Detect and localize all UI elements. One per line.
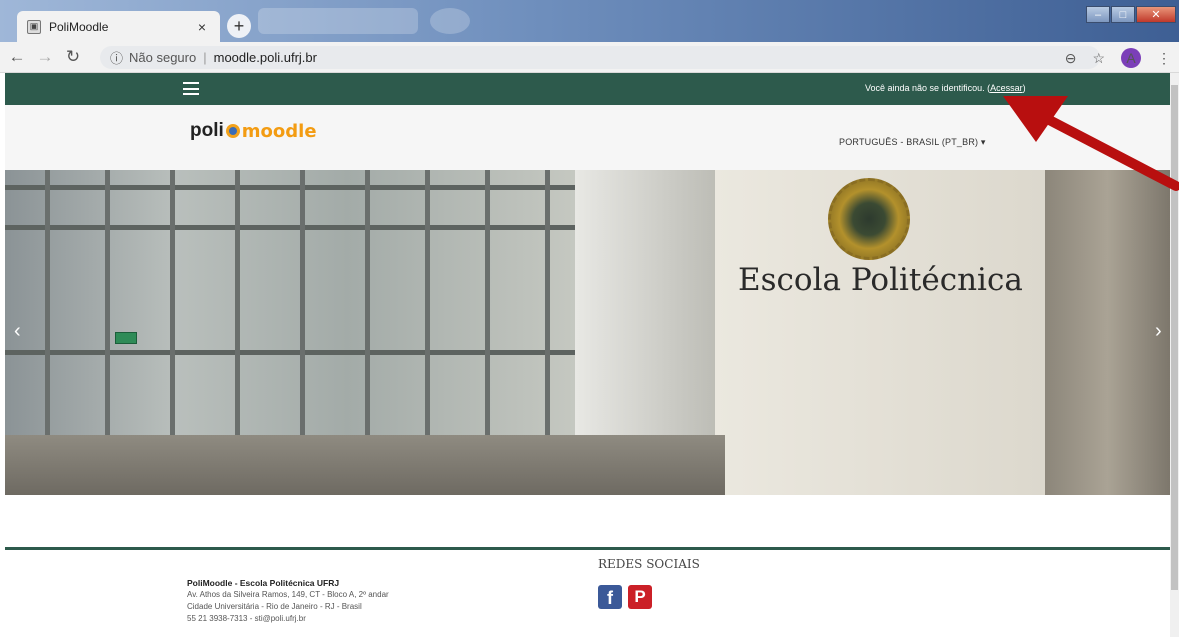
login-status: Você ainda não se identificou. (Acessar) <box>865 83 1026 93</box>
social-icons: f P <box>598 585 652 609</box>
polimoodle-logo[interactable]: poli moodle <box>190 120 317 142</box>
login-prefix: Você ainda não se identificou. ( <box>865 83 991 93</box>
logo-text-moodle: moodle <box>241 120 317 142</box>
footer-divider <box>5 547 1170 550</box>
toolbar-actions: ⊖ ☆ A ⋮ <box>1049 48 1171 68</box>
language-selector[interactable]: PORTUGUÊS - BRASIL (PT_BR) ▾ <box>839 137 986 148</box>
pinterest-icon[interactable]: P <box>628 585 652 609</box>
footer-org-name: PoliMoodle - Escola Politécnica UFRJ <box>187 578 340 588</box>
new-tab-button[interactable]: + <box>227 14 251 38</box>
tab-close-icon[interactable]: × <box>194 19 210 35</box>
hero-building-text: Escola Politécnica <box>738 262 1023 298</box>
back-icon[interactable]: ← <box>6 47 28 67</box>
school-seal-emblem <box>828 178 910 260</box>
menu-kebab-icon[interactable]: ⋮ <box>1157 50 1171 67</box>
reload-icon[interactable]: ↻ <box>62 47 84 67</box>
moodle-navbar: Você ainda não se identificou. (Acessar) <box>5 73 1170 105</box>
info-icon[interactable]: ⓘ <box>110 48 123 67</box>
url-text[interactable]: moodle.poli.ufrj.br <box>214 50 317 65</box>
footer-address-1: Av. Athos da Silveira Ramos, 149, CT - B… <box>187 590 389 599</box>
window-close-icon[interactable]: ✕ <box>1136 6 1176 23</box>
maximize-icon[interactable]: □ <box>1111 6 1135 23</box>
footer-address-2: Cidade Universitária - Rio de Janeiro - … <box>187 602 362 611</box>
hamburger-menu-icon[interactable] <box>183 82 199 95</box>
footer-contact: 55 21 3938-7313 - sti@poli.ufrj.br <box>187 614 306 623</box>
browser-toolbar: ← → ↻ ⓘ Não seguro | moodle.poli.ufrj.br… <box>0 42 1179 73</box>
facebook-icon[interactable]: f <box>598 585 622 609</box>
address-bar[interactable]: ⓘ Não seguro | moodle.poli.ufrj.br <box>100 46 1100 69</box>
logo-text-poli: poli <box>190 120 224 141</box>
footer-contact-info: PoliMoodle - Escola Politécnica UFRJ Av.… <box>187 577 389 625</box>
social-title: REDES SOCIAIS <box>598 557 700 571</box>
login-suffix: ) <box>1022 83 1026 93</box>
blurred-tab-icon <box>430 8 470 34</box>
login-link[interactable]: Acessar <box>990 83 1023 93</box>
zoom-icon[interactable]: ⊖ <box>1065 50 1077 67</box>
minimize-icon[interactable]: – <box>1086 6 1110 23</box>
moodle-favicon-icon: ▣ <box>27 19 41 34</box>
exit-sign <box>115 332 137 344</box>
bookmark-star-icon[interactable]: ☆ <box>1092 50 1105 67</box>
browser-titlebar: ▣ PoliMoodle × + – □ ✕ <box>0 0 1179 42</box>
floor <box>5 435 725 495</box>
window-controls: – □ ✕ <box>1085 6 1176 23</box>
concrete-pillar <box>1045 170 1170 495</box>
blurred-tab <box>258 8 418 34</box>
profile-avatar[interactable]: A <box>1121 48 1141 68</box>
scrollbar-thumb[interactable] <box>1171 85 1178 590</box>
hero-carousel: Escola Politécnica ‹ › <box>5 170 1170 495</box>
carousel-prev-icon[interactable]: ‹ <box>14 320 21 343</box>
security-label: Não seguro <box>129 50 197 65</box>
omnibox-separator: | <box>203 50 207 65</box>
forward-icon[interactable]: → <box>34 47 56 67</box>
site-header: poli moodle PORTUGUÊS - BRASIL (PT_BR) ▾ <box>5 105 1170 170</box>
browser-tab[interactable]: ▣ PoliMoodle × <box>17 11 220 42</box>
carousel-next-icon[interactable]: › <box>1155 320 1162 343</box>
tab-title: PoliMoodle <box>49 19 109 34</box>
logo-sun-icon <box>225 124 240 138</box>
